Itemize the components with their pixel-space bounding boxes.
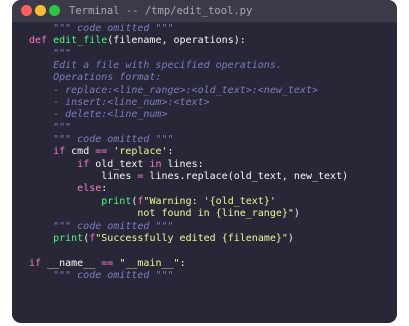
code-token: not found in {line_range}" bbox=[29, 208, 294, 220]
minimize-button[interactable] bbox=[35, 5, 46, 16]
code-line: not found in {line_range}") bbox=[29, 208, 348, 220]
code-line: - replace:<line_range>:<old_text>:<new_t… bbox=[29, 85, 348, 97]
code-token: """ bbox=[29, 47, 72, 59]
code-token: old_text bbox=[89, 158, 150, 170]
code-token: "Warning: '{old_text}' bbox=[143, 195, 276, 207]
terminal-window: Terminal -- /tmp/edit_tool.py """ code o… bbox=[12, 0, 397, 323]
code-token: - insert:<line_num>:<text> bbox=[29, 97, 210, 109]
code-token: edit_file bbox=[53, 35, 108, 47]
code-token: == bbox=[95, 146, 108, 158]
code-line: if __name__ == "__main__": bbox=[29, 258, 348, 270]
code-token: else bbox=[77, 183, 102, 195]
code-token: 'replace' bbox=[113, 146, 168, 158]
code-line: Operations format: bbox=[29, 72, 348, 84]
code-token: print bbox=[53, 232, 84, 244]
code-token: "Successfully edited {filename}" bbox=[95, 232, 288, 244]
code-token: lines: bbox=[161, 158, 204, 170]
code-token: """ code omitted """ bbox=[29, 269, 174, 281]
code-line: """ bbox=[29, 122, 348, 134]
code-token: if bbox=[53, 146, 66, 158]
code-line: - delete:<line_num> bbox=[29, 109, 348, 121]
code-line: """ code omitted """ bbox=[29, 134, 348, 146]
code-line: - insert:<line_num>:<text> bbox=[29, 97, 348, 109]
maximize-button[interactable] bbox=[49, 5, 60, 16]
code-token: : bbox=[101, 183, 108, 195]
code-token: lines bbox=[29, 171, 138, 183]
code-line: def edit_file(filename, operations): bbox=[29, 35, 348, 47]
close-button[interactable] bbox=[21, 5, 32, 16]
title-bar: Terminal -- /tmp/edit_tool.py bbox=[12, 0, 397, 22]
code-editor[interactable]: """ code omitted """ def edit_file(filena… bbox=[29, 23, 348, 282]
code-token: if bbox=[29, 257, 42, 269]
code-token: == bbox=[101, 257, 114, 269]
window-title: Terminal -- /tmp/edit_tool.py bbox=[69, 5, 253, 17]
code-line: """ code omitted """ bbox=[29, 221, 348, 233]
code-token: """ bbox=[29, 121, 72, 133]
code-token: def bbox=[29, 35, 54, 47]
code-token: - delete:<line_num> bbox=[29, 109, 168, 121]
code-token: lines.replace(old_text, new_text) bbox=[143, 171, 349, 183]
code-token: : bbox=[179, 257, 186, 269]
code-token: ) bbox=[293, 208, 300, 220]
code-token: : bbox=[167, 146, 174, 158]
code-token: (filename, operations): bbox=[107, 35, 246, 47]
code-token: Edit a file with specified operations. bbox=[29, 60, 282, 72]
code-line: print(f"Warning: '{old_text}' bbox=[29, 196, 348, 208]
code-token: """ code omitted """ bbox=[29, 220, 174, 232]
code-line: else: bbox=[29, 183, 348, 195]
code-token: "__main__" bbox=[119, 257, 180, 269]
code-line: Edit a file with specified operations. bbox=[29, 60, 348, 72]
code-token: print bbox=[101, 195, 132, 207]
code-token: """ code omitted """ bbox=[29, 23, 174, 34]
code-line: if old_text in lines: bbox=[29, 159, 348, 171]
code-token: ) bbox=[287, 232, 294, 244]
code-token: Operations format: bbox=[29, 72, 162, 84]
code-line: print(f"Successfully edited {filename}") bbox=[29, 233, 348, 245]
code-line: """ code omitted """ bbox=[29, 23, 348, 35]
code-line: """ bbox=[29, 48, 348, 60]
code-line: if cmd == 'replace': bbox=[29, 146, 348, 158]
code-token: - replace:<line_range>:<old_text>:<new_t… bbox=[29, 84, 318, 96]
code-token: cmd bbox=[65, 146, 96, 158]
code-token: if bbox=[77, 158, 90, 170]
code-token: __name__ bbox=[41, 257, 102, 269]
code-token: """ code omitted """ bbox=[29, 134, 174, 146]
code-line: """ code omitted """ bbox=[29, 270, 348, 282]
code-token: in bbox=[149, 158, 162, 170]
code-line: lines = lines.replace(old_text, new_text… bbox=[29, 171, 348, 183]
